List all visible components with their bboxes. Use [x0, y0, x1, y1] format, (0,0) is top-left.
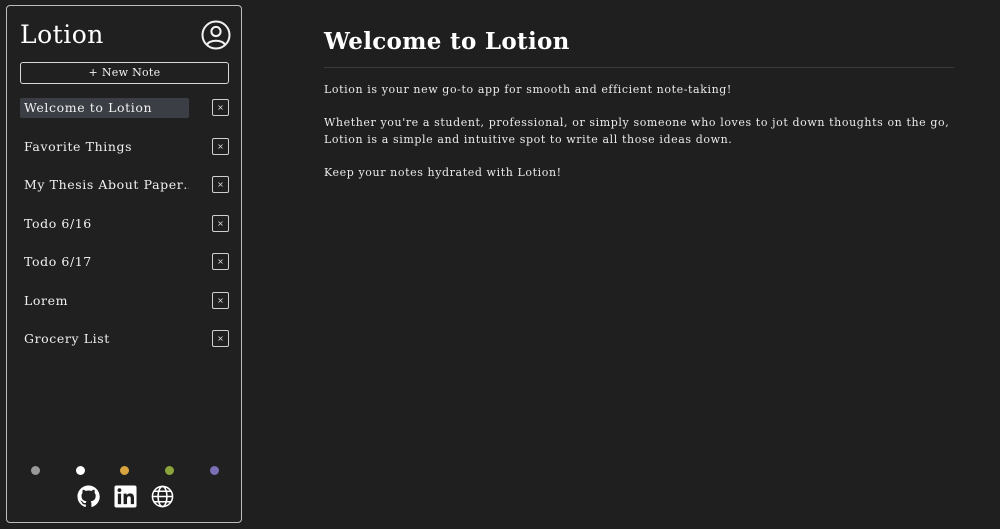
delete-note-button[interactable]: ×	[212, 330, 229, 347]
theme-color-picker	[31, 466, 221, 476]
theme-swatch-gray[interactable]	[31, 466, 40, 475]
note-item[interactable]: Todo 6/16 ×	[7, 212, 243, 251]
note-title[interactable]: Todo 6/17	[20, 252, 189, 272]
note-title[interactable]: Lorem	[20, 291, 189, 311]
note-item[interactable]: Todo 6/17 ×	[7, 250, 243, 289]
note-body[interactable]: Lotion is your new go-to app for smooth …	[324, 81, 954, 181]
note-paragraph[interactable]: Lotion is your new go-to app for smooth …	[324, 81, 954, 98]
note-item[interactable]: Grocery List ×	[7, 327, 243, 366]
github-icon[interactable]	[77, 485, 100, 508]
note-editor[interactable]: Welcome to Lotion Lotion is your new go-…	[324, 28, 954, 197]
user-profile-icon[interactable]	[201, 20, 231, 50]
delete-note-button[interactable]: ×	[212, 291, 229, 309]
delete-note-button[interactable]: ×	[212, 214, 229, 232]
note-item[interactable]: Favorite Things ×	[7, 135, 243, 174]
theme-swatch-olive[interactable]	[165, 466, 174, 475]
note-title[interactable]: Grocery List	[20, 329, 189, 349]
note-item[interactable]: My Thesis About Paper… ×	[7, 173, 243, 212]
theme-swatch-gold[interactable]	[120, 466, 129, 475]
globe-icon[interactable]	[151, 485, 174, 508]
note-title[interactable]: Welcome to Lotion	[20, 98, 189, 118]
note-list: Welcome to Lotion × Favorite Things × My…	[7, 96, 243, 366]
note-title[interactable]: Favorite Things	[20, 137, 189, 157]
delete-note-button[interactable]: ×	[212, 99, 229, 116]
new-note-button[interactable]: + New Note	[20, 62, 229, 84]
note-item[interactable]: Lorem ×	[7, 289, 243, 328]
note-heading[interactable]: Welcome to Lotion	[324, 28, 954, 68]
social-links	[77, 485, 177, 509]
delete-note-button[interactable]: ×	[212, 253, 229, 270]
delete-note-button[interactable]: ×	[212, 176, 229, 193]
delete-note-button[interactable]: ×	[212, 137, 229, 155]
linkedin-icon[interactable]	[114, 485, 137, 508]
note-paragraph[interactable]: Keep your notes hydrated with Lotion!	[324, 164, 954, 181]
note-paragraph[interactable]: Whether you're a student, professional, …	[324, 114, 954, 148]
theme-swatch-white[interactable]	[76, 466, 85, 475]
app-window: Lotion + New Note Welcome to Lotion × Fa…	[0, 0, 1000, 529]
note-item[interactable]: Welcome to Lotion ×	[7, 96, 243, 135]
theme-swatch-purple[interactable]	[210, 466, 219, 475]
note-title[interactable]: Todo 6/16	[20, 214, 189, 234]
note-title[interactable]: My Thesis About Paper…	[20, 175, 189, 195]
app-brand-title: Lotion	[20, 20, 104, 49]
sidebar: Lotion + New Note Welcome to Lotion × Fa…	[6, 5, 242, 523]
